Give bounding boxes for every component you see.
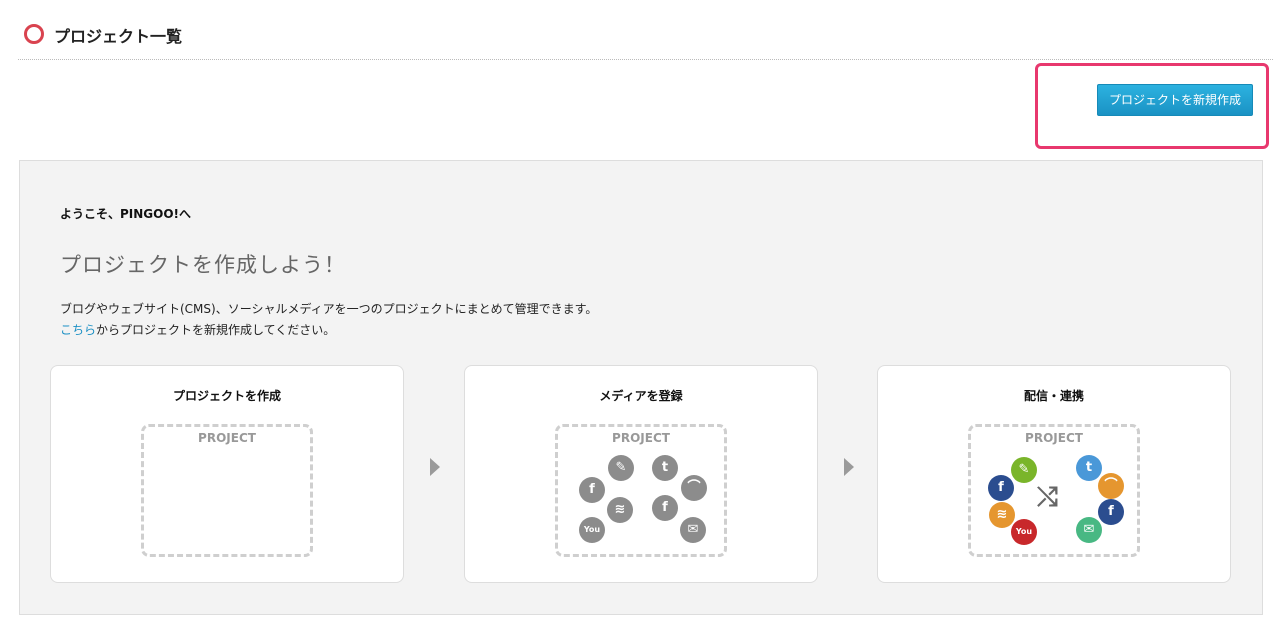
pencil-icon: ✎ — [1011, 457, 1037, 483]
step-title: 配信・連携 — [1023, 389, 1084, 403]
page-header: プロジェクト一覧 — [18, 18, 1273, 60]
youtube-icon: You — [1011, 519, 1037, 545]
step-title: メディアを登録 — [599, 389, 683, 403]
step-card-create: プロジェクトを作成 PROJECT — [50, 365, 404, 583]
twitter-icon: t — [1076, 455, 1102, 481]
youtube-icon: You — [579, 517, 605, 543]
project-box: PROJECT ✎ t f ⌒ ⤭ ≋ f You ✉ — [968, 424, 1140, 557]
project-label: PROJECT — [198, 431, 256, 445]
pencil-icon: ✎ — [608, 455, 634, 481]
mail-icon: ✉ — [680, 517, 706, 543]
shuffle-icon: ⤭ — [1037, 482, 1058, 512]
facebook-icon: f — [1098, 499, 1124, 525]
page-title: プロジェクト一覧 — [54, 27, 183, 46]
description-link-line: こちらからプロジェクトを新規作成してください。 — [60, 321, 335, 338]
project-box: PROJECT ✎ t f ⌒ ≋ f You ✉ — [555, 424, 727, 557]
headline: プロジェクトを作成しよう！ — [60, 253, 346, 277]
feed-icon: ⌒ — [1098, 473, 1124, 499]
rss-icon: ≋ — [607, 497, 633, 523]
project-label: PROJECT — [612, 431, 670, 445]
step-title: プロジェクトを作成 — [172, 389, 281, 403]
facebook-icon: f — [652, 495, 678, 521]
description: ブログやウェブサイト(CMS)、ソーシャルメディアを一つのプロジェクトにまとめて… — [60, 302, 598, 316]
project-box: PROJECT — [141, 424, 313, 557]
circle-icon — [24, 24, 44, 44]
link-suffix: からプロジェクトを新規作成してください。 — [96, 323, 336, 337]
welcome-panel: ようこそ、PINGOO!へ プロジェクトを作成しよう！ ブログやウェブサイト(C… — [19, 160, 1263, 615]
project-label: PROJECT — [1025, 431, 1083, 445]
feed-icon: ⌒ — [681, 475, 707, 501]
rss-icon: ≋ — [989, 502, 1015, 528]
twitter-icon: t — [652, 455, 678, 481]
welcome-text: ようこそ、PINGOO!へ — [60, 207, 192, 221]
step-card-distribute: 配信・連携 PROJECT ✎ t f ⌒ ⤭ ≋ f You ✉ — [877, 365, 1231, 583]
facebook-icon: f — [579, 477, 605, 503]
new-project-button[interactable]: プロジェクトを新規作成 — [1097, 84, 1253, 116]
create-link[interactable]: こちら — [60, 323, 96, 337]
mail-icon: ✉ — [1076, 517, 1102, 543]
arrow-right-icon — [844, 458, 854, 476]
arrow-right-icon — [430, 458, 440, 476]
facebook-icon: f — [988, 475, 1014, 501]
step-card-media: メディアを登録 PROJECT ✎ t f ⌒ ≋ f You ✉ — [464, 365, 818, 583]
